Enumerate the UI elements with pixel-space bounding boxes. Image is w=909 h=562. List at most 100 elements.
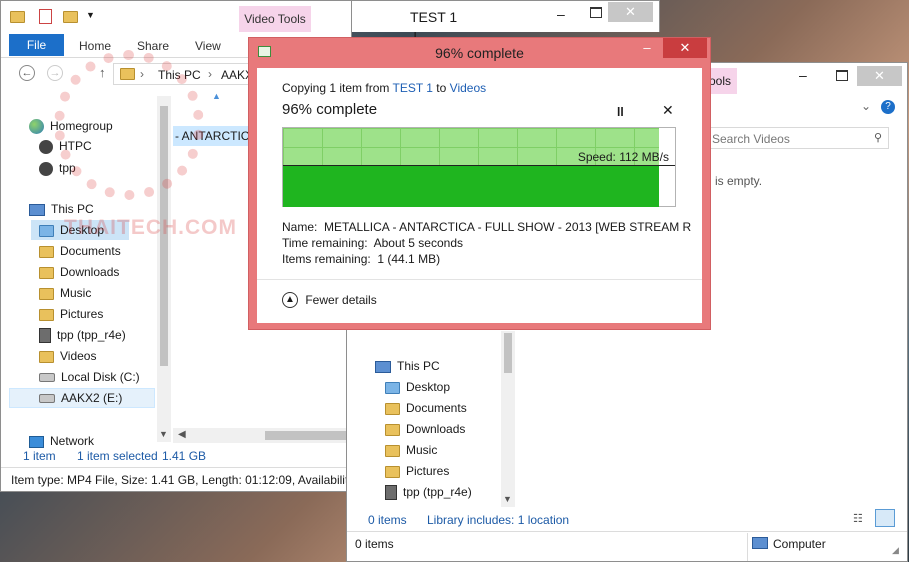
- folder-icon: [39, 308, 54, 321]
- zone-label: Computer: [773, 537, 826, 551]
- scroll-left-icon[interactable]: ◀: [178, 429, 186, 440]
- progress-graph: Speed: 112 MB/s: [282, 127, 676, 207]
- copy-summary: Copying 1 item from TEST 1 to Videos: [282, 81, 486, 95]
- right-nav-documents[interactable]: Documents: [385, 398, 467, 418]
- horizontal-scrollbar-thumb[interactable]: [265, 431, 351, 440]
- cancel-copy-icon[interactable]: ✕: [662, 102, 674, 119]
- speed-area: [283, 166, 660, 207]
- right-scroll-down-icon[interactable]: ▼: [503, 494, 512, 504]
- network-drive-icon: [385, 485, 397, 501]
- pause-icon[interactable]: ll: [617, 105, 624, 119]
- folder-icon[interactable]: [10, 11, 25, 23]
- nav-item-documents[interactable]: Documents: [39, 241, 121, 261]
- fewer-details-button[interactable]: ▲ Fewer details: [282, 292, 377, 312]
- speed-label: Speed: 112 MB/s: [577, 150, 669, 164]
- quick-access-dropdown-icon[interactable]: ▼: [86, 10, 95, 20]
- right-context-tab[interactable]: ools: [709, 68, 737, 94]
- folder-icon: [385, 465, 400, 478]
- network-icon: [29, 435, 44, 448]
- watermark-logo: [54, 50, 204, 200]
- items-label: Items remaining:: [282, 252, 371, 266]
- dialog-close-icon[interactable]: ✕: [663, 38, 707, 58]
- dialog-minimize-icon[interactable]: –: [632, 38, 662, 58]
- folder-icon: [39, 245, 54, 258]
- minimize-icon[interactable]: –: [557, 6, 565, 22]
- nav-item-pictures[interactable]: Pictures: [39, 304, 103, 324]
- disk-icon: [39, 394, 55, 404]
- right-nav-scrollbar[interactable]: ▼: [501, 331, 515, 507]
- breadcrumb-sep-icon: ›: [208, 67, 212, 81]
- empty-folder-text: is empty.: [715, 174, 763, 188]
- forward-icon[interactable]: →: [47, 65, 63, 81]
- watermark-text: THAITECH.COM: [64, 216, 237, 239]
- folder-icon: [39, 287, 54, 300]
- maximize-icon[interactable]: [590, 7, 602, 18]
- left-status-divider: [1, 467, 351, 468]
- right-maximize-icon[interactable]: [836, 70, 848, 81]
- left-window-title-text: TEST 1: [410, 9, 458, 25]
- right-nav-music[interactable]: Music: [385, 440, 437, 460]
- close-window-icon[interactable]: ✕: [608, 2, 653, 22]
- new-folder-icon[interactable]: [63, 11, 78, 23]
- copy-prefix: Copying 1 item from: [282, 81, 393, 95]
- time-row: Time remaining: About 5 seconds: [282, 236, 463, 250]
- folder-icon: [39, 224, 54, 237]
- scroll-down-icon[interactable]: ▼: [159, 429, 168, 439]
- copy-progress-dialog: 96% complete – ▭ ✕ Copying 1 item from T…: [248, 37, 711, 330]
- name-row: Name: METALLICA - ANTARCTICA - FULL SHOW…: [282, 220, 692, 234]
- right-navigation-pane: This PC Desktop Documents Downloads Musi…: [355, 353, 505, 505]
- dialog-divider: [257, 279, 702, 280]
- copy-destination-link[interactable]: Videos: [450, 81, 486, 95]
- computer-icon: [375, 360, 391, 373]
- right-minimize-icon[interactable]: –: [799, 67, 807, 83]
- nav-item-tpp-share[interactable]: tpp (tpp_r4e): [39, 325, 126, 345]
- nav-item-music[interactable]: Music: [39, 283, 91, 303]
- disk-icon: [39, 373, 55, 383]
- right-nav-downloads[interactable]: Downloads: [385, 419, 465, 439]
- name-label: Name:: [282, 220, 318, 234]
- nav-item-local-disk[interactable]: Local Disk (C:): [39, 367, 140, 387]
- name-value: METALLICA - ANTARCTICA - FULL SHOW - 201…: [324, 220, 692, 234]
- help-icon[interactable]: ?: [881, 100, 895, 114]
- back-icon[interactable]: ←: [19, 65, 35, 81]
- left-window-controls: TEST 1 – ✕: [352, 0, 660, 32]
- user-icon: [39, 139, 53, 154]
- nav-item-downloads[interactable]: Downloads: [39, 262, 119, 282]
- progress-heading: 96% complete: [282, 101, 378, 118]
- time-label: Time remaining:: [282, 236, 368, 250]
- right-nav-this-pc[interactable]: This PC: [375, 356, 440, 376]
- right-nav-tpp-share[interactable]: tpp (tpp_r4e): [385, 482, 472, 502]
- ribbon-tab-view[interactable]: View: [195, 39, 221, 53]
- properties-icon[interactable]: [39, 9, 52, 24]
- copy-to-word: to: [432, 81, 450, 95]
- right-nav-pictures[interactable]: Pictures: [385, 461, 449, 481]
- right-nav-scrollbar-thumb[interactable]: [504, 333, 512, 373]
- ribbon-tab-home[interactable]: Home: [79, 39, 111, 53]
- ribbon-tab-file[interactable]: File: [9, 34, 64, 56]
- ribbon-expand-icon[interactable]: ⌄: [861, 99, 871, 113]
- speed-line: [283, 165, 675, 166]
- right-status-divider: [347, 531, 907, 532]
- time-value: About 5 seconds: [373, 236, 464, 250]
- fewer-details-label: Fewer details: [305, 293, 377, 307]
- horizontal-scrollbar[interactable]: ◀: [173, 428, 351, 443]
- right-close-icon[interactable]: ✕: [857, 66, 902, 86]
- folder-icon: [39, 266, 54, 279]
- folder-icon: [385, 381, 400, 394]
- homegroup-icon: [29, 119, 44, 135]
- search-input[interactable]: Search Videos ⚲: [707, 127, 889, 149]
- nav-item-videos[interactable]: Videos: [39, 346, 96, 366]
- search-icon[interactable]: ⚲: [874, 131, 882, 144]
- items-value: 1 (44.1 MB): [377, 252, 441, 266]
- details-view-icon[interactable]: ☷: [853, 512, 869, 526]
- folder-icon: [39, 350, 54, 363]
- network-drive-icon: [39, 328, 51, 344]
- computer-icon: [752, 537, 768, 549]
- large-icons-view-icon[interactable]: [875, 509, 895, 527]
- video-tools-tab[interactable]: Video Tools: [239, 6, 311, 32]
- nav-item-aakx2[interactable]: AAKX2 (E:): [39, 388, 122, 408]
- resize-grip-icon[interactable]: ◢: [892, 545, 899, 556]
- copy-source-link[interactable]: TEST 1: [393, 81, 433, 95]
- nav-item-network[interactable]: Network: [29, 431, 94, 451]
- right-nav-desktop[interactable]: Desktop: [385, 377, 450, 397]
